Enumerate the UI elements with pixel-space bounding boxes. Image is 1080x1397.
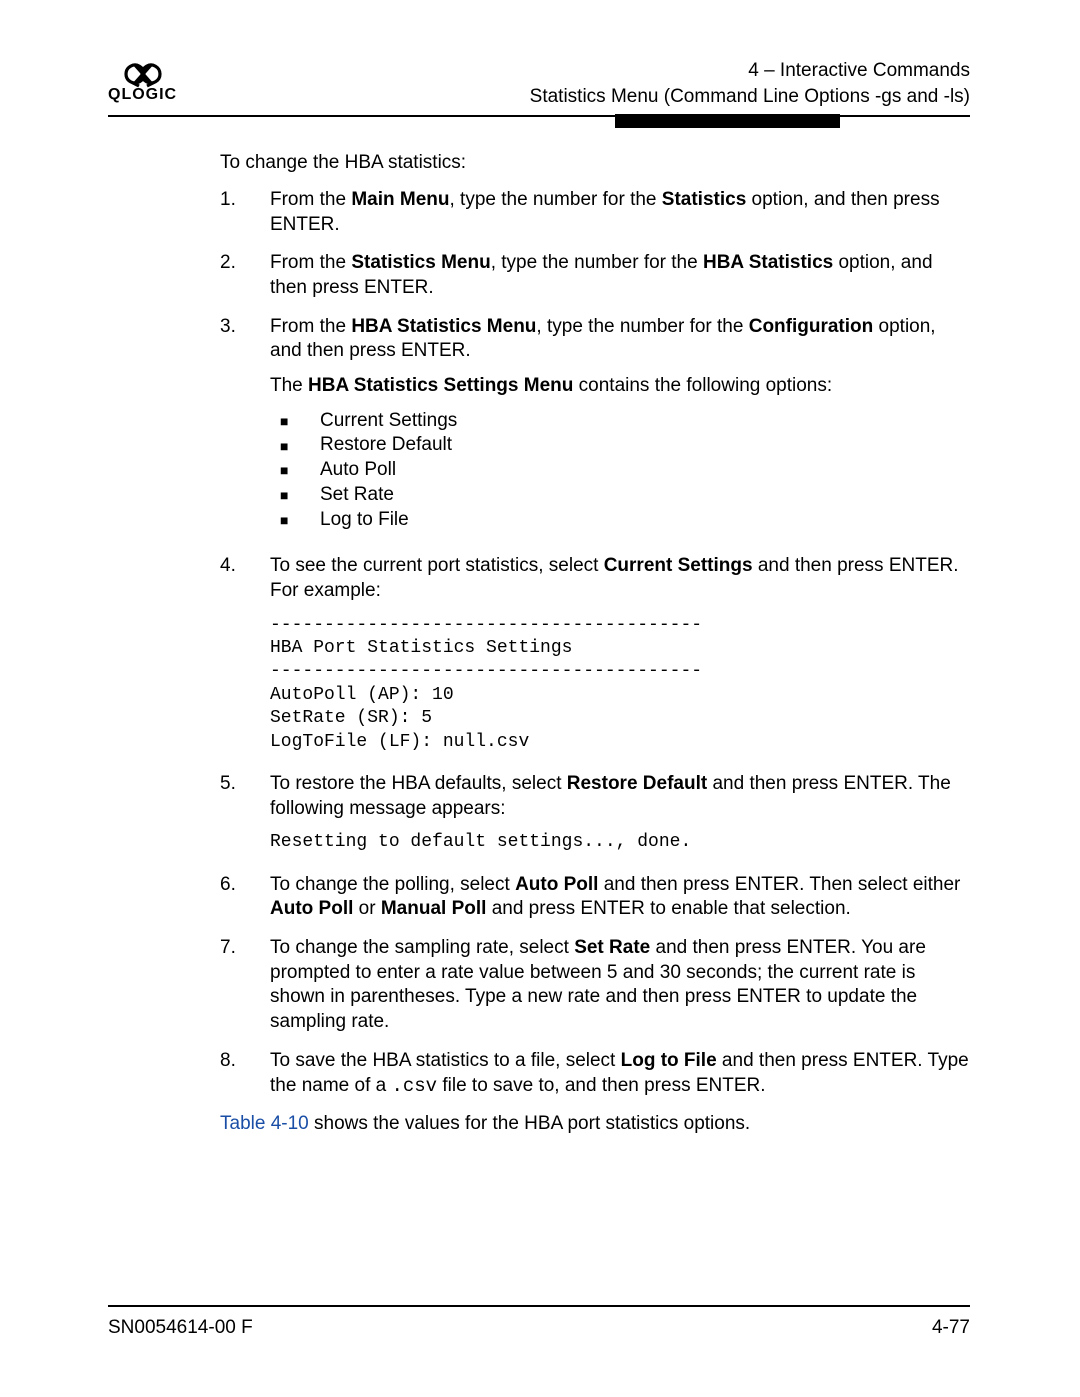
- step-text: To save the HBA statistics to a file, se…: [270, 1049, 970, 1098]
- page-number: 4-77: [932, 1317, 970, 1339]
- step-text: From the HBA Statistics Menu, type the n…: [270, 315, 970, 364]
- page-header: QLOGIC 4 – Interactive Commands Statisti…: [108, 58, 970, 109]
- step-6: 6. To change the polling, select Auto Po…: [220, 873, 970, 922]
- step-number: 5.: [220, 772, 270, 859]
- header-tab-marker: [615, 114, 840, 128]
- step-text: To restore the HBA defaults, select Rest…: [270, 772, 970, 821]
- numbered-list: 1. From the Main Menu, type the number f…: [220, 188, 970, 1098]
- code-block: ----------------------------------------…: [270, 614, 970, 754]
- lead-paragraph: To change the HBA statistics:: [220, 151, 970, 176]
- bullet-list: Current Settings Restore Default Auto Po…: [270, 409, 970, 532]
- step-number: 4.: [220, 554, 270, 758]
- step-7: 7. To change the sampling rate, select S…: [220, 936, 970, 1035]
- footer-rule: [108, 1305, 970, 1307]
- header-rule: [108, 115, 970, 117]
- step-number: 6.: [220, 873, 270, 922]
- bullet-item: Auto Poll: [280, 458, 970, 483]
- step-text-2: The HBA Statistics Settings Menu contain…: [270, 374, 970, 399]
- step-number: 1.: [220, 188, 270, 237]
- table-link[interactable]: Table 4-10: [220, 1113, 309, 1134]
- header-text: 4 – Interactive Commands Statistics Menu…: [530, 58, 970, 109]
- bullet-item: Log to File: [280, 508, 970, 533]
- step-text: To change the sampling rate, select Set …: [270, 936, 970, 1035]
- step-5: 5. To restore the HBA defaults, select R…: [220, 772, 970, 859]
- step-number: 8.: [220, 1049, 270, 1098]
- step-number: 3.: [220, 315, 270, 541]
- step-number: 7.: [220, 936, 270, 1035]
- qlogic-logo-text: QLOGIC: [108, 86, 177, 104]
- step-text: From the Main Menu, type the number for …: [270, 188, 970, 237]
- step-text: To change the polling, select Auto Poll …: [270, 873, 970, 922]
- step-text: To see the current port statistics, sele…: [270, 554, 970, 603]
- step-number: 2.: [220, 251, 270, 300]
- step-3: 3. From the HBA Statistics Menu, type th…: [220, 315, 970, 541]
- step-2: 2. From the Statistics Menu, type the nu…: [220, 251, 970, 300]
- step-4: 4. To see the current port statistics, s…: [220, 554, 970, 758]
- step-8: 8. To save the HBA statistics to a file,…: [220, 1049, 970, 1098]
- page-footer: SN0054614-00 F 4-77: [108, 1305, 970, 1339]
- closing-paragraph: Table 4-10 shows the values for the HBA …: [220, 1112, 970, 1137]
- content: To change the HBA statistics: 1. From th…: [108, 117, 970, 1137]
- doc-number: SN0054614-00 F: [108, 1317, 253, 1339]
- bullet-item: Current Settings: [280, 409, 970, 434]
- qlogic-logo: QLOGIC: [108, 58, 177, 104]
- header-line-1: 4 – Interactive Commands: [530, 58, 970, 84]
- qlogic-logo-icon: [122, 60, 164, 88]
- step-1: 1. From the Main Menu, type the number f…: [220, 188, 970, 237]
- header-line-2: Statistics Menu (Command Line Options -g…: [530, 84, 970, 110]
- code-block: Resetting to default settings..., done.: [270, 831, 970, 854]
- bullet-item: Restore Default: [280, 433, 970, 458]
- step-text: From the Statistics Menu, type the numbe…: [270, 251, 970, 300]
- bullet-item: Set Rate: [280, 483, 970, 508]
